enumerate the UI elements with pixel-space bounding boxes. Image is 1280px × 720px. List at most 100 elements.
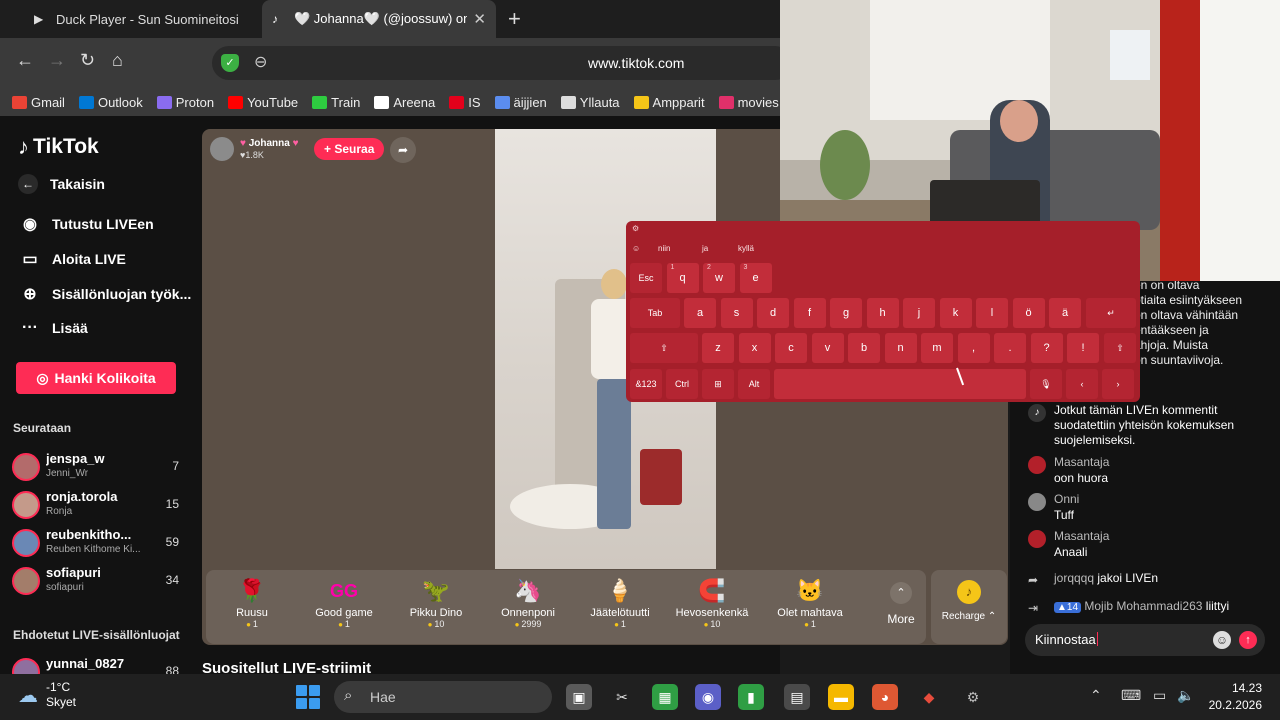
suggested-item[interactable]: yunnai_0827 88 [12, 656, 188, 674]
nav-start-live[interactable]: ▭ Aloita LIVE [18, 249, 125, 269]
key[interactable]: w2 [703, 263, 735, 293]
key[interactable]: v [811, 333, 844, 363]
key-windows[interactable]: ⊞ [702, 369, 734, 399]
shield-icon[interactable]: ✓ [221, 54, 239, 72]
following-item[interactable]: jenspa_w Jenni_Wr 7 [12, 451, 188, 485]
url-field[interactable]: ✓ ⊖ www.tiktok.com [212, 46, 792, 80]
bookmark-youtube[interactable]: YouTube [228, 95, 298, 110]
volume-icon[interactable]: 🔈 [1177, 687, 1194, 704]
chat-message[interactable]: Onni Tuff [1028, 492, 1079, 522]
key[interactable]: h [866, 298, 899, 328]
key[interactable]: . [994, 333, 1026, 363]
settings-icon[interactable]: ⚙ [960, 684, 986, 710]
spreadsheet-icon[interactable]: ▦ [652, 684, 678, 710]
key[interactable]: j [903, 298, 935, 328]
calculator-icon[interactable]: ▤ [784, 684, 810, 710]
key-shift[interactable]: ⇧ [630, 333, 698, 363]
start-button[interactable] [296, 685, 320, 709]
nav-explore-live[interactable]: ◉ Tutustu LIVEen [18, 214, 154, 234]
tab-duck-player[interactable]: ▶ Duck Player - Sun Suomineitosi [24, 0, 260, 38]
following-item[interactable]: reubenkitho... Reuben Kithome Ki... 59 [12, 527, 188, 561]
key-esc[interactable]: Esc [630, 263, 662, 293]
bookmark-is[interactable]: IS [449, 95, 481, 110]
nav-creator-tools[interactable]: ⊕ Sisällönluojan työk... [18, 284, 191, 304]
gift-item[interactable]: 🧲Hevosenkenkä10 [666, 576, 758, 629]
chat-share-event[interactable]: ➦ jorqqqq jakoi LIVEn [1028, 570, 1158, 589]
key-alt[interactable]: Alt [738, 369, 770, 399]
key-ctrl[interactable]: Ctrl [666, 369, 698, 399]
gift-item[interactable]: 🌹Ruusu1 [206, 576, 298, 629]
key[interactable]: z [702, 333, 734, 363]
keyboard-settings-icon[interactable]: ⚙ [632, 224, 639, 233]
camera-app-icon[interactable]: ◉ [695, 684, 721, 710]
tab-tiktok[interactable]: ♪ 🤍 Johanna🤍 (@joossuw) on TikTok ✕ [262, 0, 496, 38]
chat-message[interactable]: Masantaja Anaali [1028, 529, 1109, 559]
new-tab-button[interactable]: + [508, 6, 521, 32]
weather-widget[interactable]: ☁ -1°C Skyet [18, 680, 76, 710]
gift-item[interactable]: 🦄Onnenponi2999 [482, 576, 574, 629]
gift-item[interactable]: 🐱Olet mahtava1 [764, 576, 856, 629]
share-icon[interactable]: ➦ [390, 137, 416, 163]
bookmark-ampparit[interactable]: Ampparit [633, 95, 705, 110]
bookmark-areena[interactable]: Areena [374, 95, 435, 110]
zoom-icon[interactable]: ⊖ [254, 52, 267, 72]
key[interactable]: e3 [739, 263, 772, 293]
app-icon[interactable]: ▮ [738, 684, 764, 710]
key[interactable]: , [957, 333, 990, 363]
bookmark-train[interactable]: Train [312, 95, 360, 110]
key[interactable]: x [738, 333, 771, 363]
key[interactable]: k [939, 298, 972, 328]
keyboard-suggestion[interactable]: ja [702, 244, 708, 253]
taskbar-search[interactable]: ⌕ Hae [334, 681, 552, 713]
key[interactable]: a [684, 298, 716, 328]
key[interactable]: l [976, 298, 1008, 328]
key-shift[interactable]: ⇧ [1104, 333, 1136, 363]
keyboard-icon[interactable]: ⌨ [1121, 687, 1141, 704]
recharge-button[interactable]: ♪ Recharge ⌃ [931, 570, 1007, 644]
key[interactable]: b [848, 333, 880, 363]
emoji-icon[interactable]: ☺ [1213, 631, 1231, 649]
key[interactable]: g [830, 298, 862, 328]
forward-arrow-icon[interactable]: → [48, 50, 66, 71]
app-icon[interactable]: ◆ [916, 684, 942, 710]
back-arrow-icon[interactable]: ← [16, 50, 34, 71]
key[interactable]: c [775, 333, 807, 363]
duckduckgo-icon[interactable]: ◕ [872, 684, 898, 710]
bookmark-movies[interactable]: movies [718, 95, 779, 110]
keyboard-suggestion[interactable]: niin [658, 244, 670, 253]
key[interactable]: ! [1067, 333, 1099, 363]
home-icon[interactable]: ⌂ [112, 50, 123, 71]
gift-item[interactable]: 🍦Jäätelötuutti1 [574, 576, 666, 629]
bookmark-yllauta[interactable]: Yllauta [560, 95, 620, 110]
send-icon[interactable]: ↑ [1239, 631, 1257, 649]
more-gifts-button[interactable]: ⌃ More [876, 582, 926, 626]
gift-item[interactable]: 🦖Pikku Dino10 [390, 576, 482, 629]
key[interactable]: m [921, 333, 953, 363]
keyboard-suggestion[interactable]: kyllä [738, 244, 754, 253]
key-enter[interactable]: ↵ [1086, 298, 1136, 328]
key[interactable]: n [884, 333, 917, 363]
bookmark-outlook[interactable]: Outlook [78, 95, 143, 110]
key[interactable]: s [720, 298, 753, 328]
key-microphone[interactable]: 🎙 [1030, 369, 1062, 399]
key-left[interactable]: ‹ [1066, 369, 1098, 399]
get-coins-button[interactable]: ◎ Hanki Kolikoita [16, 362, 176, 394]
bookmark-gmail[interactable]: Gmail [12, 95, 65, 110]
key[interactable]: d [757, 298, 789, 328]
bookmark-proton[interactable]: Proton [156, 95, 214, 110]
key[interactable]: q1 [666, 263, 699, 293]
key[interactable]: ? [1030, 333, 1063, 363]
back-link[interactable]: ← Takaisin [18, 174, 105, 194]
snipping-tool-icon[interactable]: ✂ [609, 684, 635, 710]
follow-button[interactable]: + Seuraa [314, 138, 385, 160]
reload-icon[interactable]: ↻ [80, 50, 95, 71]
host-info[interactable]: ♥ Johanna ♥ ♥1.8K [210, 137, 299, 161]
clock[interactable]: 14.23 20.2.2026 [1202, 680, 1262, 714]
chevron-up-icon[interactable]: ⌃ [1090, 687, 1102, 704]
key-space[interactable] [774, 369, 1026, 399]
task-view-icon[interactable]: ▣ [566, 684, 592, 710]
key[interactable]: ö [1012, 298, 1045, 328]
tiktok-logo[interactable]: ♪ TikTok [18, 134, 99, 160]
key[interactable]: f [793, 298, 826, 328]
key-tab[interactable]: Tab [630, 298, 680, 328]
